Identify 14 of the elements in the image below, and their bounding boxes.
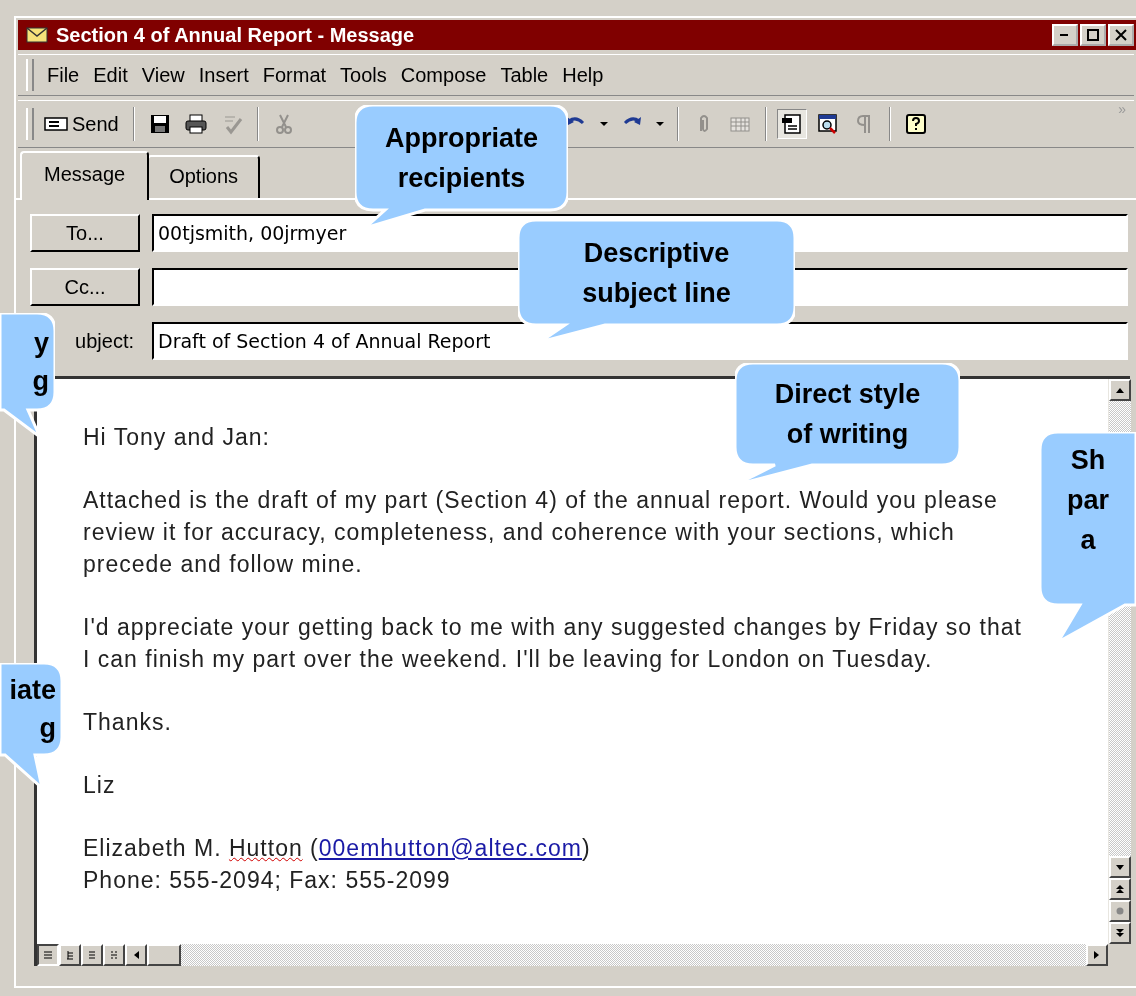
window-title: Section 4 of Annual Report - Message xyxy=(56,23,415,47)
paragraph: Liz xyxy=(83,771,116,800)
paragraph: I'd appreciate your getting back to me with any suggested changes by Friday so that I can finish my part over the weekend. I'll be leaving for London on Tuesday. xyxy=(83,613,1022,674)
signature: Elizabeth M. Hutton (00emhutton@altec.com) Phone: 555-2094; Fax: 555-2099 xyxy=(83,834,591,895)
callout-text: y g xyxy=(32,326,49,398)
field-label: ubject: xyxy=(75,329,135,353)
callout-text: iate g xyxy=(9,674,56,745)
callout-text: Appropriate recipients xyxy=(385,121,538,195)
callout-text: Direct style of writing xyxy=(774,378,921,451)
paragraph: Hi Tony and Jan: xyxy=(83,423,270,452)
paragraph: Attached is the draft of my part (Section 4) of the annual report. Would you please review it for accuracy, completeness, and coherence with your sections, which precede and follow mine. xyxy=(83,486,998,579)
paragraph: Thanks. xyxy=(83,708,172,737)
callout-text: Descriptive subject line xyxy=(582,236,731,310)
callout-text: Sh par a xyxy=(1067,444,1109,557)
